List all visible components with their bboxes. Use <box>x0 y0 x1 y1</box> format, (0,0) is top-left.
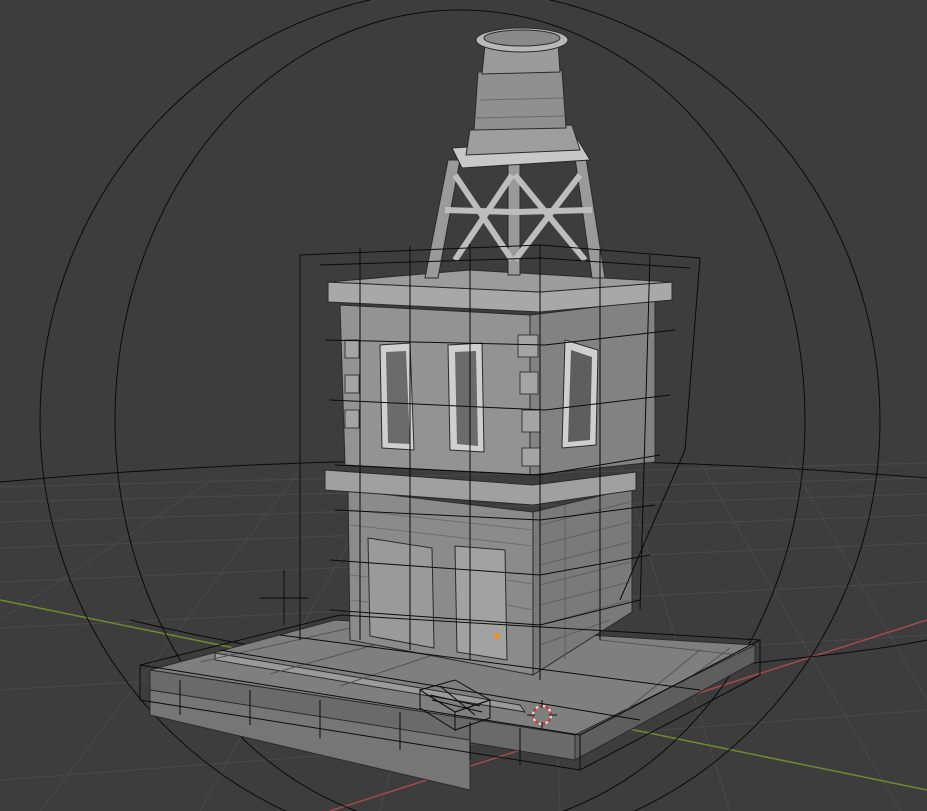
origin-point[interactable] <box>494 633 500 639</box>
door-left[interactable] <box>367 537 435 649</box>
3d-viewport[interactable] <box>0 0 927 811</box>
viewport-canvas[interactable] <box>0 0 927 811</box>
door-right[interactable] <box>454 545 508 661</box>
